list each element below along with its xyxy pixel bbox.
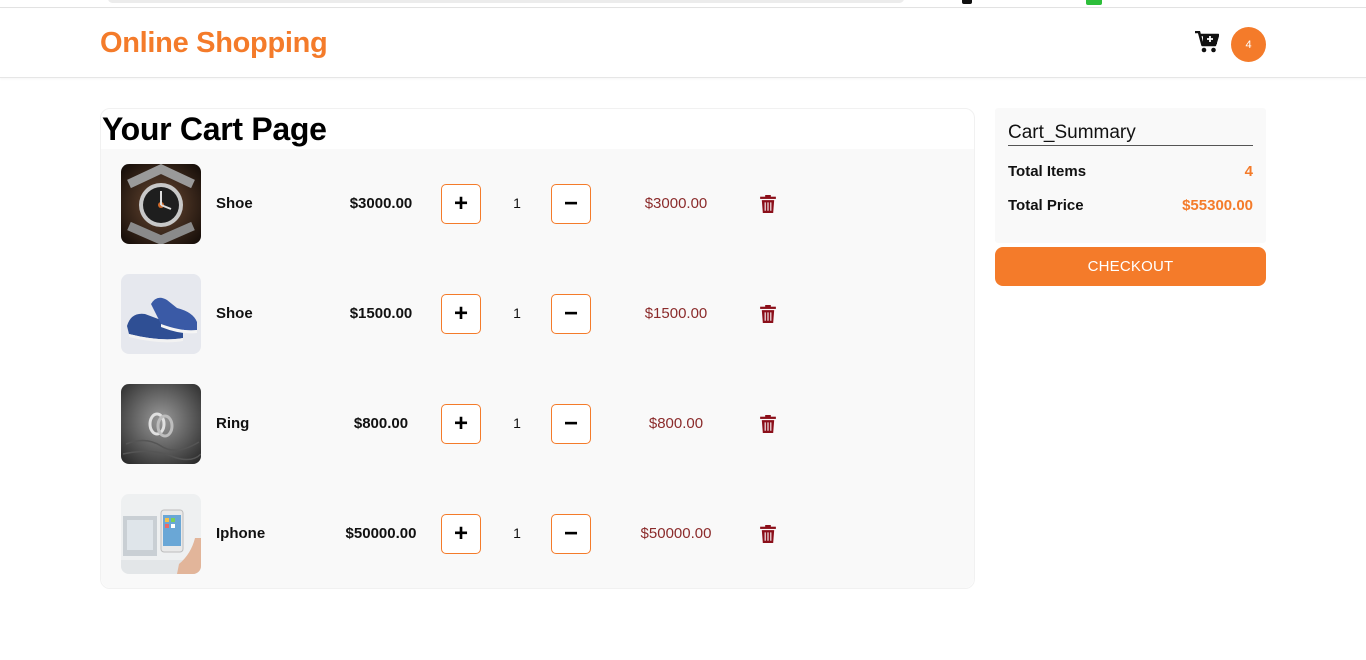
increase-quantity-button[interactable]: + xyxy=(441,404,481,444)
product-name: Shoe xyxy=(216,305,253,322)
cart-item-row: Shoe $3000.00 + 1 − $3000.00 xyxy=(101,164,974,244)
decrease-quantity-button[interactable]: − xyxy=(551,184,591,224)
cart-item-row: Iphone $50000.00 + 1 − $50000.00 xyxy=(101,494,974,574)
increase-quantity-button[interactable]: + xyxy=(441,184,481,224)
trash-icon[interactable] xyxy=(759,415,777,433)
total-price-value: $55300.00 xyxy=(1182,197,1253,214)
cart-item-row: Ring $800.00 + 1 − $800.00 xyxy=(101,384,974,464)
product-price: $1500.00 xyxy=(349,305,413,322)
product-price: $800.00 xyxy=(353,415,409,432)
item-subtotal: $800.00 xyxy=(648,415,704,432)
cart-count-badge[interactable]: 4 xyxy=(1231,27,1266,62)
item-subtotal: $3000.00 xyxy=(644,195,708,212)
trash-icon[interactable] xyxy=(759,195,777,213)
product-name: Shoe xyxy=(216,195,253,212)
checkout-button[interactable]: CHECKOUT xyxy=(995,247,1266,286)
shopping-cart-icon[interactable] xyxy=(1195,31,1219,53)
quantity-value: 1 xyxy=(513,525,521,541)
summary-title: Cart_Summary xyxy=(1008,122,1253,146)
product-name: Ring xyxy=(216,415,250,432)
total-items-label: Total Items xyxy=(1008,163,1087,180)
total-price-label: Total Price xyxy=(1008,197,1084,214)
quantity-value: 1 xyxy=(513,415,521,431)
toolbar-indicator xyxy=(962,0,972,4)
decrease-quantity-button[interactable]: − xyxy=(551,514,591,554)
increase-quantity-button[interactable]: + xyxy=(441,294,481,334)
item-subtotal: $50000.00 xyxy=(640,525,712,542)
product-image-ring xyxy=(121,384,201,464)
cart-list: Shoe $3000.00 + 1 − $3000.00 Shoe $1500.… xyxy=(101,149,974,588)
product-price: $50000.00 xyxy=(345,525,417,542)
increase-quantity-button[interactable]: + xyxy=(441,514,481,554)
product-image-watch xyxy=(121,164,201,244)
trash-icon[interactable] xyxy=(759,525,777,543)
cart-summary-panel: Cart_Summary Total Items 4 Total Price $… xyxy=(995,108,1266,243)
product-image-iphone xyxy=(121,494,201,574)
product-name: Iphone xyxy=(216,525,266,542)
quantity-value: 1 xyxy=(513,305,521,321)
site-header: Online Shopping 4 xyxy=(0,9,1366,78)
brand-logo[interactable]: Online Shopping xyxy=(100,27,328,60)
item-subtotal: $1500.00 xyxy=(644,305,708,322)
trash-icon[interactable] xyxy=(759,305,777,323)
toolbar-indicator-green xyxy=(1086,0,1102,5)
total-items-row: Total Items 4 xyxy=(1008,163,1253,180)
quantity-value: 1 xyxy=(513,195,521,211)
decrease-quantity-button[interactable]: − xyxy=(551,404,591,444)
cart-panel: Your Cart Page Shoe $3000.00 + 1 − $3000… xyxy=(100,108,975,589)
address-bar xyxy=(108,0,904,3)
decrease-quantity-button[interactable]: − xyxy=(551,294,591,334)
total-items-value: 4 xyxy=(1244,163,1253,180)
product-image-blue-shoe xyxy=(121,274,201,354)
browser-top-strip xyxy=(0,0,1366,8)
total-price-row: Total Price $55300.00 xyxy=(1008,197,1253,214)
page-title: Your Cart Page xyxy=(102,111,327,147)
cart-item-row: Shoe $1500.00 + 1 − $1500.00 xyxy=(101,274,974,354)
product-price: $3000.00 xyxy=(349,195,413,212)
